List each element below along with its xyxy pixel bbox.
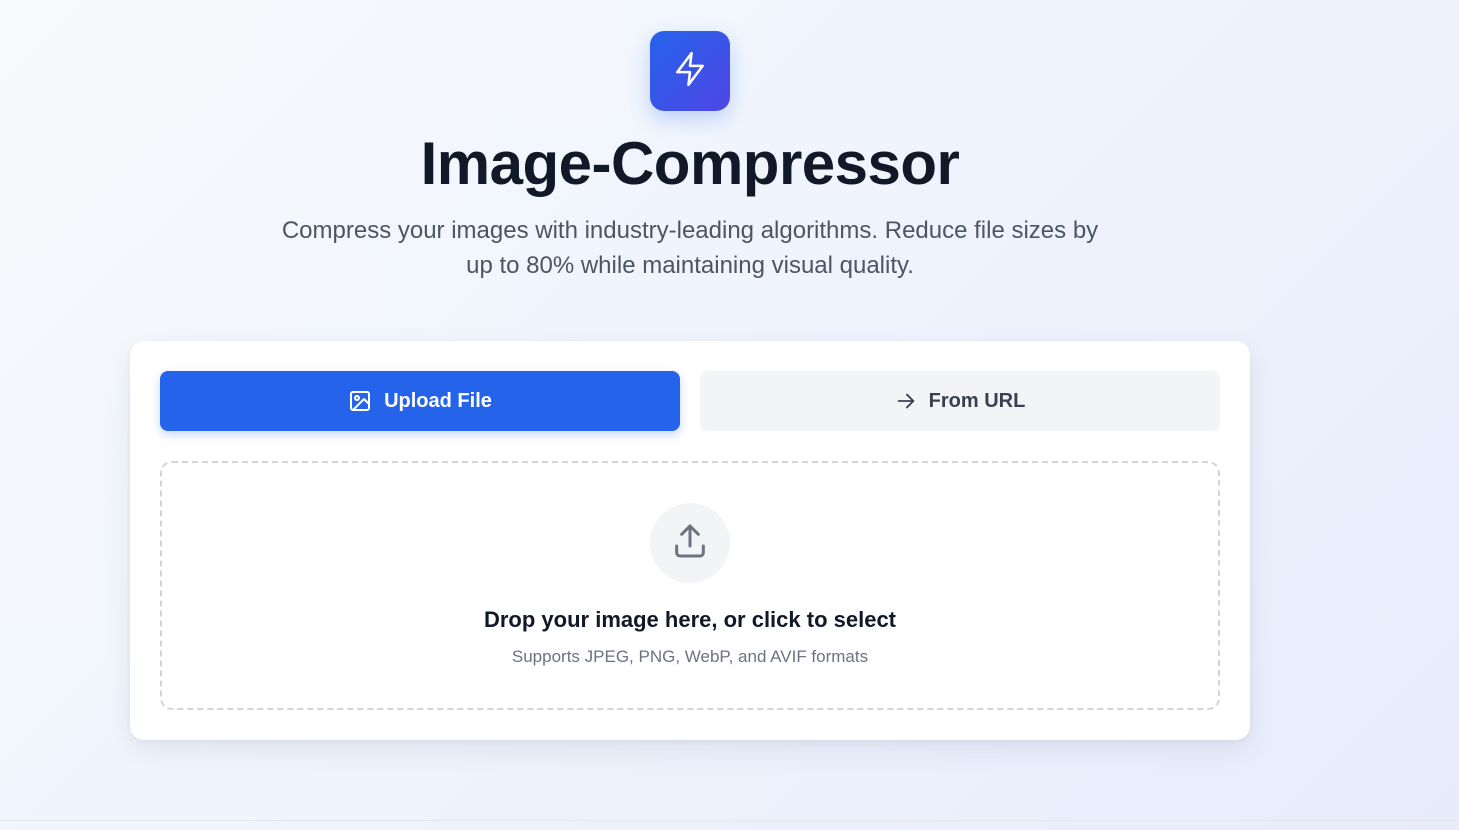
- upload-icon-circle: [650, 503, 730, 583]
- logo-tile: [650, 31, 730, 111]
- arrow-right-icon: [895, 390, 917, 412]
- dropzone-hint: Supports JPEG, PNG, WebP, and AVIF forma…: [511, 647, 869, 666]
- tab-upload-file[interactable]: Upload File: [160, 371, 680, 431]
- image-icon: [348, 389, 372, 413]
- page-subtitle: Compress your images with industry-leadi…: [281, 217, 1099, 279]
- bottom-divider: [0, 820, 1459, 821]
- page-title: Image-Compressor: [420, 130, 960, 197]
- tab-from-url-label: From URL: [928, 389, 1026, 412]
- upload-icon: [670, 521, 710, 566]
- lightning-bolt-icon: [671, 50, 709, 93]
- file-dropzone[interactable]: Drop your image here, or click to select…: [160, 461, 1220, 710]
- dropzone-title: Drop your image here, or click to select: [483, 607, 897, 632]
- tab-upload-file-label: Upload File: [384, 389, 492, 412]
- compressor-card: Upload File From URL Drop your image her…: [130, 341, 1250, 740]
- tab-from-url[interactable]: From URL: [700, 371, 1220, 431]
